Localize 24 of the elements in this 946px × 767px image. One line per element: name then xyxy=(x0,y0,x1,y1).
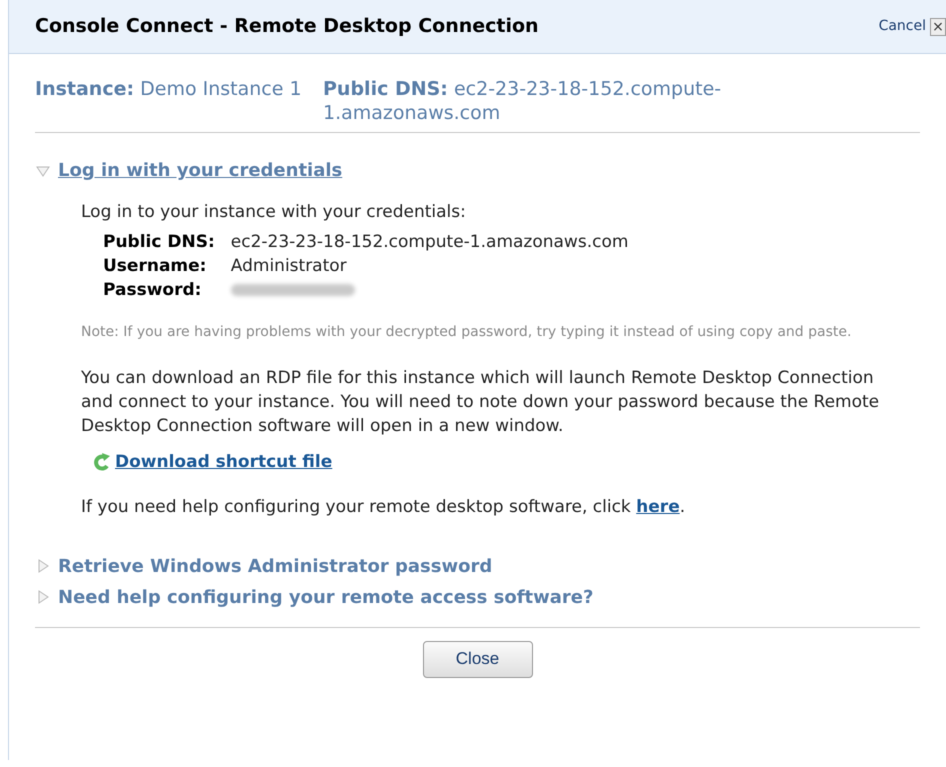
close-button[interactable]: × xyxy=(930,18,946,36)
info-text: Instance: Demo Instance 1 xyxy=(35,77,303,102)
field-value: Administrator xyxy=(230,254,348,278)
cancel-link[interactable]: Cancel xyxy=(878,16,926,37)
description-text: You can download an RDP file for this instance which will launch Remote Desktop Connection and connect to your instance. You will need to note down your password because the Remote Desktop Connection software will open in a new window. xyxy=(81,366,880,438)
window-title: Console Connect - Remote Desktop Connection xyxy=(35,14,539,40)
download-link[interactable]: Download shortcut file xyxy=(115,450,332,475)
refresh-arrow-icon xyxy=(93,452,111,472)
intro-text: Log in to your instance with your credentials: xyxy=(81,201,467,224)
section-header[interactable]: Retrieve Windows Administrator password xyxy=(58,552,492,580)
field-value: ec2-23-23-18-152.compute-1.amazonaws.com xyxy=(230,230,630,254)
info-text: Public DNS: ec2-23-23-18-152.compute-1.amazonaws.com xyxy=(323,77,722,125)
here-link[interactable]: here xyxy=(636,497,680,517)
help-text: If you need help configuring your remote desktop software, click here. xyxy=(81,496,686,519)
field-label: Username: xyxy=(103,254,208,278)
collapse-triangle-icon[interactable] xyxy=(36,164,50,178)
field-label: Password: xyxy=(103,278,202,302)
expand-triangle-icon[interactable] xyxy=(36,590,50,604)
section-header[interactable]: Need help configuring your remote access software? xyxy=(58,584,594,610)
note-text: Note: If you are having problems with your decrypted password, try typing it instead of using copy and paste. xyxy=(81,322,852,342)
expand-triangle-icon[interactable] xyxy=(36,559,50,573)
close-dialog-button[interactable]: Close xyxy=(422,640,532,678)
field-label: Public DNS: xyxy=(103,230,215,254)
section-header[interactable]: Log in with your credentials xyxy=(58,157,342,184)
